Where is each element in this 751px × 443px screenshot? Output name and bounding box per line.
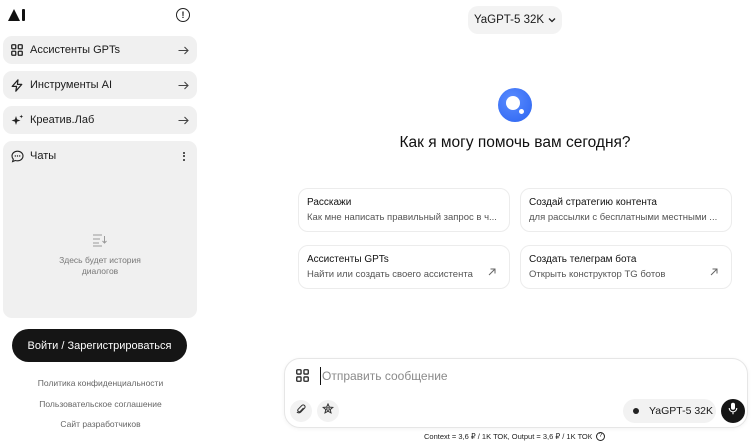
composer-model-label: YaGPT-5 32K [649, 405, 714, 417]
suggestion-card[interactable]: Создай стратегию контента для рассылки с… [520, 188, 732, 232]
sidebar-item-label: Ассистенты GPTs [30, 44, 120, 56]
suggestion-subtitle: Открыть конструктор TG ботов [529, 269, 666, 280]
sidebar-item-label: Креатив.Лаб [30, 114, 95, 126]
arrow-up-right-icon [487, 264, 497, 276]
grid-icon[interactable] [296, 369, 310, 383]
model-dot-icon [633, 408, 639, 414]
sidebar: ! Ассистенты GPTs Инструменты AI Креатив… [0, 0, 201, 443]
app-logo[interactable] [8, 9, 25, 21]
developers-site-link[interactable]: Сайт разработчиков [0, 419, 201, 429]
chats-empty-text: Здесь будет история диалогов [59, 255, 141, 276]
arrow-right-icon [177, 79, 189, 91]
more-vertical-icon[interactable] [179, 150, 189, 162]
suggestion-card[interactable]: Расскажи Как мне написать правильный зап… [298, 188, 510, 232]
grid-icon [10, 43, 24, 57]
suggestion-title: Ассистенты GPTs [307, 254, 389, 265]
microphone-button[interactable] [721, 399, 745, 423]
message-input[interactable] [320, 367, 620, 385]
assistant-logo-dot [519, 109, 524, 114]
paperclip-icon [296, 402, 306, 420]
shapes-icon [321, 402, 335, 420]
suggestion-title: Создай стратегию контента [529, 197, 657, 208]
assistant-logo-ring [506, 96, 520, 110]
chats-panel: Чаты Здесь будет история диалогов [3, 141, 197, 318]
list-icon [92, 233, 108, 247]
pricing-text: Context = 3,6 ₽ / 1K ТОК, Output = 3,6 ₽… [424, 432, 593, 441]
privacy-policy-link[interactable]: Политика конфиденциальности [0, 378, 201, 388]
chat-bubble-icon [10, 149, 24, 163]
page-title: Как я могу помочь вам сегодня? [399, 134, 631, 151]
login-register-button[interactable]: Войти / Зарегистрироваться [12, 329, 187, 362]
model-selector-label: YaGPT-5 32K [473, 14, 545, 26]
arrow-right-icon [177, 44, 189, 56]
assistant-logo [498, 88, 532, 122]
suggestion-title: Расскажи [307, 197, 352, 208]
sidebar-item-creative-lab[interactable]: Креатив.Лаб [3, 106, 197, 134]
prompt-library-button[interactable] [317, 400, 339, 422]
sidebar-item-ai-tools[interactable]: Инструменты AI [3, 71, 197, 99]
suggestion-title: Создать телеграм бота [529, 254, 637, 265]
attach-button[interactable] [290, 400, 312, 422]
model-selector[interactable]: YaGPT-5 32K [468, 6, 562, 34]
chats-empty-state: Здесь будет история диалогов [3, 233, 197, 277]
chevron-down-icon [548, 16, 556, 24]
logo-triangle [8, 9, 20, 21]
pricing-info: Context = 3,6 ₽ / 1K ТОК, Output = 3,6 ₽… [424, 432, 606, 441]
user-agreement-link[interactable]: Пользовательское соглашение [0, 399, 201, 409]
suggestion-subtitle: для рассылки с бесплатными местными ... [529, 212, 718, 223]
help-icon[interactable]: ? [596, 432, 606, 441]
lightning-icon [10, 78, 24, 92]
sidebar-item-label: Инструменты AI [30, 79, 113, 91]
info-icon[interactable]: ! [176, 8, 190, 22]
composer-model-chip[interactable]: YaGPT-5 32K [623, 399, 716, 423]
message-composer: YaGPT-5 32K [284, 358, 748, 428]
suggestion-subtitle: Как мне написать правильный запрос в ч..… [307, 212, 497, 223]
suggestion-card[interactable]: Ассистенты GPTs Найти или создать своего… [298, 245, 510, 289]
arrow-right-icon [177, 114, 189, 126]
logo-bar [22, 9, 25, 21]
suggestion-card[interactable]: Создать телеграм бота Открыть конструкто… [520, 245, 732, 289]
chats-header: Чаты [10, 149, 189, 163]
chats-title: Чаты [30, 150, 57, 162]
arrow-up-right-icon [709, 264, 719, 276]
sidebar-item-assistants[interactable]: Ассистенты GPTs [3, 36, 197, 64]
microphone-icon [728, 402, 738, 420]
suggestion-subtitle: Найти или создать своего ассистента [307, 269, 473, 280]
sparkles-icon [10, 113, 24, 127]
